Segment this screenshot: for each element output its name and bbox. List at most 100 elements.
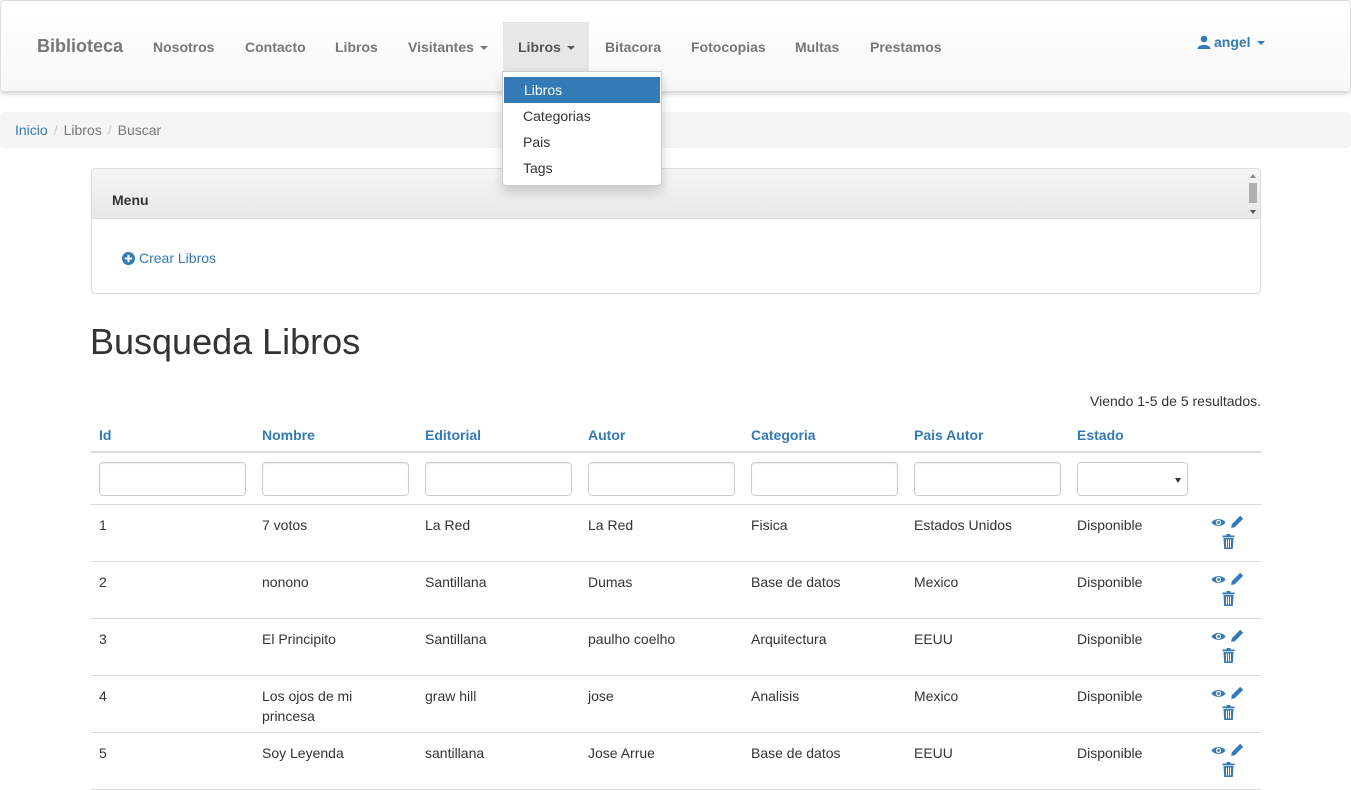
trash-icon[interactable]: [1222, 591, 1235, 606]
cell-categoria: Base de datos: [751, 745, 841, 761]
breadcrumb: Inicio / Libros / Buscar: [0, 112, 1351, 148]
table-row: 2 nonono Santillana Dumas Base de datos Mexic…: [91, 562, 1261, 619]
navbar-brand[interactable]: Biblioteca: [37, 36, 123, 57]
column-header-id[interactable]: Id: [91, 417, 254, 453]
menu-panel-heading: Menu: [92, 169, 1260, 219]
filter-nombre-input[interactable]: [262, 462, 409, 496]
trash-icon[interactable]: [1222, 648, 1235, 663]
cell-id: 5: [99, 745, 107, 761]
trash-icon[interactable]: [1222, 534, 1235, 549]
filter-estado-select[interactable]: [1077, 462, 1188, 496]
cell-nombre: El Principito: [262, 631, 336, 647]
nav-item-libros[interactable]: Libros: [320, 22, 393, 72]
breadcrumb-current: Buscar: [117, 122, 162, 138]
scroll-thumb[interactable]: [1249, 183, 1257, 203]
create-libros-link[interactable]: Crear Libros: [122, 250, 216, 266]
eye-icon[interactable]: [1211, 688, 1226, 699]
caret-down-icon: [566, 46, 575, 51]
pencil-icon[interactable]: [1230, 743, 1244, 757]
nav-item-contacto[interactable]: Contacto: [230, 22, 321, 72]
user-icon: [1197, 35, 1211, 49]
navbar: Biblioteca Nosotros Contacto Libros Visi…: [0, 0, 1351, 92]
cell-autor: Dumas: [588, 574, 633, 590]
results-summary: Viendo 1-5 de 5 resultados.: [1090, 393, 1261, 409]
trash-icon[interactable]: [1222, 705, 1235, 720]
eye-icon[interactable]: [1211, 517, 1226, 528]
column-header-categoria[interactable]: Categoria: [743, 417, 906, 453]
cell-editorial: Santillana: [425, 574, 487, 590]
dropdown-item-categorias[interactable]: Categorias: [503, 103, 661, 129]
nav-item-fotocopias[interactable]: Fotocopias: [676, 22, 781, 72]
column-header-nombre[interactable]: Nombre: [254, 417, 417, 453]
eye-icon[interactable]: [1211, 631, 1226, 642]
row-actions: [1209, 684, 1253, 724]
filter-pais-autor-input[interactable]: [914, 462, 1061, 496]
cell-categoria: Analisis: [751, 688, 800, 704]
nav-item-libros-dropdown[interactable]: Libros: [503, 22, 589, 72]
row-actions: [1209, 627, 1253, 667]
user-menu[interactable]: angel: [1197, 33, 1265, 53]
scroll-down-icon[interactable]: [1250, 210, 1256, 214]
panel-scrollbar[interactable]: [1247, 171, 1259, 217]
dropdown-item-pais[interactable]: Pais: [503, 129, 661, 155]
table-header-row: Id Nombre Editorial Autor Categoria Pais…: [91, 417, 1261, 453]
cell-autor: paulho coelho: [588, 631, 676, 647]
cell-pais-autor: Mexico: [914, 688, 959, 704]
table-row: 3 El Principito Santillana paulho coelho Arq…: [91, 619, 1261, 676]
row-actions: [1209, 741, 1253, 781]
filter-id-input[interactable]: [99, 462, 246, 496]
dropdown-item-tags[interactable]: Tags: [503, 155, 661, 181]
filter-categoria-input[interactable]: [751, 462, 898, 496]
plus-circle-icon: [122, 252, 135, 265]
caret-down-icon: [479, 46, 488, 51]
cell-nombre: Los ojos de mi princesa: [262, 688, 353, 724]
libros-dropdown-menu: Libros Categorias Pais Tags: [502, 71, 662, 186]
dropdown-item-libros[interactable]: Libros: [504, 77, 660, 103]
scroll-up-icon[interactable]: [1250, 174, 1256, 178]
table-row: 1 7 votos La Red La Red Fisica Estados Unidos…: [91, 505, 1261, 562]
column-header-editorial[interactable]: Editorial: [417, 417, 580, 453]
pencil-icon[interactable]: [1230, 572, 1244, 586]
cell-id: 1: [99, 517, 107, 533]
table-row: 4 Los ojos de mi princesa graw hill jose Ana…: [91, 676, 1261, 733]
breadcrumb-libros[interactable]: Libros: [64, 122, 102, 138]
cell-editorial: Santillana: [425, 631, 487, 647]
nav-item-multas[interactable]: Multas: [780, 22, 854, 72]
select-arrow-icon: [1175, 478, 1181, 483]
table-body: 1 7 votos La Red La Red Fisica Estados Unidos…: [91, 505, 1261, 790]
create-libros-label: Crear Libros: [139, 250, 217, 266]
nav-item-visitantes[interactable]: Visitantes: [393, 22, 503, 72]
breadcrumb-separator: /: [53, 122, 58, 138]
menu-panel-body: Crear Libros: [92, 219, 1260, 293]
breadcrumb-separator: /: [107, 122, 112, 138]
cell-id: 4: [99, 688, 107, 704]
table-filter-row: [91, 453, 1261, 505]
breadcrumb-inicio[interactable]: Inicio: [15, 122, 48, 138]
nav-item-nosotros[interactable]: Nosotros: [138, 22, 229, 72]
table-row: 5 Soy Leyenda santillana Jose Arrue Base de …: [91, 733, 1261, 790]
eye-icon[interactable]: [1211, 574, 1226, 585]
menu-panel: Menu Crear Libros: [91, 168, 1261, 294]
column-header-pais-autor[interactable]: Pais Autor: [906, 417, 1069, 453]
column-header-autor[interactable]: Autor: [580, 417, 743, 453]
filter-autor-input[interactable]: [588, 462, 735, 496]
filter-editorial-input[interactable]: [425, 462, 572, 496]
trash-icon[interactable]: [1222, 762, 1235, 777]
nav-item-bitacora[interactable]: Bitacora: [590, 22, 676, 72]
cell-autor: Jose Arrue: [588, 745, 655, 761]
eye-icon[interactable]: [1211, 745, 1226, 756]
user-name: angel: [1214, 34, 1251, 50]
pencil-icon[interactable]: [1230, 686, 1244, 700]
cell-nombre: 7 votos: [262, 517, 308, 533]
cell-categoria: Base de datos: [751, 574, 841, 590]
pencil-icon[interactable]: [1230, 629, 1244, 643]
nav-item-prestamos[interactable]: Prestamos: [855, 22, 957, 72]
column-header-estado[interactable]: Estado: [1069, 417, 1232, 453]
cell-nombre: nonono: [262, 574, 309, 590]
cell-pais-autor: EEUU: [914, 745, 953, 761]
cell-estado: Disponible: [1077, 517, 1143, 533]
caret-down-icon: [1256, 41, 1265, 46]
cell-estado: Disponible: [1077, 574, 1143, 590]
cell-autor: La Red: [588, 517, 634, 533]
pencil-icon[interactable]: [1230, 515, 1244, 529]
